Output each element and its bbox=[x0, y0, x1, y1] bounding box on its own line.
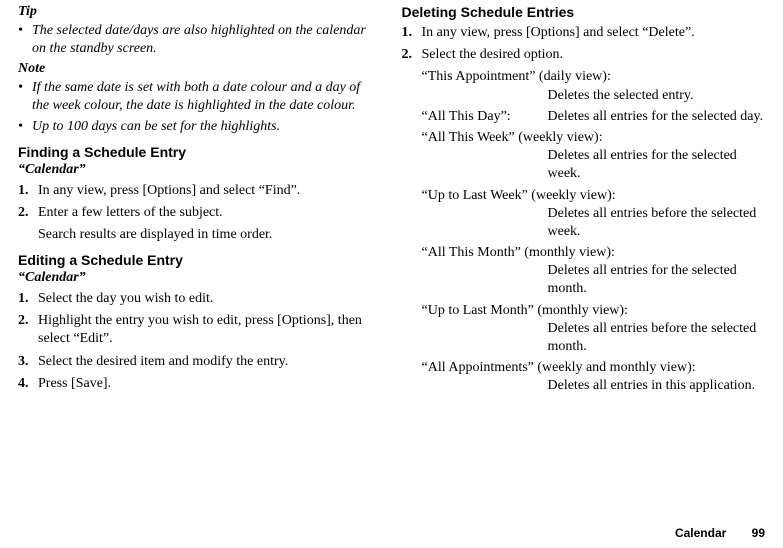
step: 1. Select the day you wish to edit. bbox=[18, 290, 376, 308]
step: 2. Highlight the entry you wish to edit,… bbox=[18, 312, 376, 348]
option-desc: Deletes all entries before the selected … bbox=[548, 320, 766, 356]
option-desc: Deletes all entries for the selected mon… bbox=[548, 262, 766, 298]
heading-finding: Finding a Schedule Entry bbox=[18, 144, 376, 160]
step: 4. Press [Save]. bbox=[18, 375, 376, 393]
step-text: Enter a few letters of the subject. bbox=[38, 204, 376, 222]
option-desc: Deletes the selected entry. bbox=[548, 87, 766, 105]
step: 2. Select the desired option. bbox=[402, 46, 766, 64]
footer-section: Calendar bbox=[675, 526, 726, 540]
note-text: Up to 100 days can be set for the highli… bbox=[32, 118, 280, 136]
left-column: Tip • The selected date/days are also hi… bbox=[18, 4, 392, 548]
step-number: 2. bbox=[18, 204, 38, 244]
step-number: 4. bbox=[18, 375, 38, 393]
option-desc: Deletes all entries for the selected wee… bbox=[548, 147, 766, 183]
step: 3. Select the desired item and modify th… bbox=[18, 353, 376, 371]
option-desc: Deletes all entries for the selected day… bbox=[548, 108, 766, 126]
step-number: 1. bbox=[402, 24, 422, 42]
step-text: In any view, press [Options] and select … bbox=[38, 182, 376, 200]
subheading-calendar: “Calendar” bbox=[18, 162, 376, 178]
step-number: 1. bbox=[18, 182, 38, 200]
bullet-dot-icon: • bbox=[18, 79, 32, 114]
option-row: “All This Day”: Deletes all entries for … bbox=[422, 108, 766, 126]
step: 1. In any view, press [Options] and sele… bbox=[18, 182, 376, 200]
step-text: Select the day you wish to edit. bbox=[38, 290, 376, 308]
option-term: “Up to Last Week” (weekly view): bbox=[422, 187, 766, 205]
page: Tip • The selected date/days are also hi… bbox=[0, 0, 783, 548]
subheading-calendar: “Calendar” bbox=[18, 270, 376, 286]
step-text: Select the desired option. bbox=[422, 46, 766, 64]
note-label: Note bbox=[18, 61, 376, 77]
bullet-dot-icon: • bbox=[18, 118, 32, 136]
right-column: Deleting Schedule Entries 1. In any view… bbox=[392, 4, 766, 548]
footer-page-number: 99 bbox=[752, 526, 765, 540]
option-row: “All Appointments” (weekly and monthly v… bbox=[422, 359, 766, 395]
page-footer: Calendar 99 bbox=[675, 526, 765, 540]
step-text: Select the desired item and modify the e… bbox=[38, 353, 376, 371]
bullet-dot-icon: • bbox=[18, 22, 32, 57]
option-term: “All This Month” (monthly view): bbox=[422, 244, 766, 262]
heading-editing: Editing a Schedule Entry bbox=[18, 252, 376, 268]
step-number: 1. bbox=[18, 290, 38, 308]
step: 2. Enter a few letters of the subject. S… bbox=[18, 204, 376, 244]
step-number: 2. bbox=[18, 312, 38, 348]
heading-deleting: Deleting Schedule Entries bbox=[402, 4, 766, 20]
option-desc: Deletes all entries before the selected … bbox=[548, 205, 766, 241]
option-term: “This Appointment” (daily view): bbox=[422, 68, 766, 86]
option-row: “This Appointment” (daily view): Deletes… bbox=[422, 68, 766, 104]
option-term: “All This Week” (weekly view): bbox=[422, 129, 766, 147]
option-row: “Up to Last Month” (monthly view): Delet… bbox=[422, 302, 766, 357]
tip-bullet: • The selected date/days are also highli… bbox=[18, 22, 376, 57]
step-text: Press [Save]. bbox=[38, 375, 376, 393]
note-bullet-0: • If the same date is set with both a da… bbox=[18, 79, 376, 114]
option-term: “Up to Last Month” (monthly view): bbox=[422, 302, 766, 320]
tip-text: The selected date/days are also highligh… bbox=[32, 22, 376, 57]
step-text: Highlight the entry you wish to edit, pr… bbox=[38, 312, 376, 348]
step-text: In any view, press [Options] and select … bbox=[422, 24, 766, 42]
option-row: “Up to Last Week” (weekly view): Deletes… bbox=[422, 187, 766, 242]
step-subtext: Search results are displayed in time ord… bbox=[38, 226, 376, 244]
option-term: “All Appointments” (weekly and monthly v… bbox=[422, 359, 766, 377]
option-row: “All This Month” (monthly view): Deletes… bbox=[422, 244, 766, 299]
option-desc: Deletes all entries in this application. bbox=[548, 377, 766, 395]
step-number: 3. bbox=[18, 353, 38, 371]
step: 1. In any view, press [Options] and sele… bbox=[402, 24, 766, 42]
note-bullet-1: • Up to 100 days can be set for the high… bbox=[18, 118, 376, 136]
step-number: 2. bbox=[402, 46, 422, 64]
option-term: “All This Day”: bbox=[422, 108, 548, 126]
tip-label: Tip bbox=[18, 4, 376, 20]
note-text: If the same date is set with both a date… bbox=[32, 79, 376, 114]
option-row: “All This Week” (weekly view): Deletes a… bbox=[422, 129, 766, 184]
